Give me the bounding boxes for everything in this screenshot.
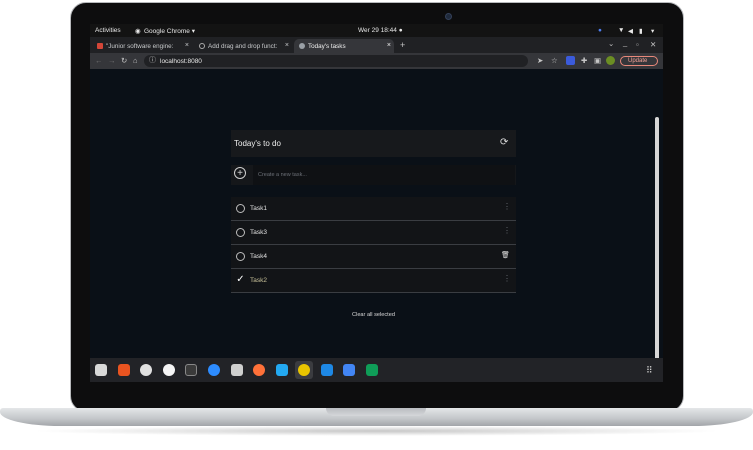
close-tab-icon[interactable]: ×	[387, 42, 391, 49]
reload-icon[interactable]: ↻	[121, 57, 127, 65]
task-checkbox[interactable]	[236, 252, 245, 261]
chrome-icon: ◉	[135, 28, 141, 35]
more-menu-icon[interactable]: ⋮	[503, 226, 511, 235]
gmail-icon	[97, 43, 103, 49]
new-task-row: +	[231, 165, 516, 185]
scrollbar[interactable]	[655, 117, 659, 382]
tab-search-icon[interactable]: ⌄	[608, 40, 614, 48]
chrome-icon[interactable]	[298, 364, 310, 376]
page-content: Today's to do ⟳ + Task1 ⋮ Task3 ⋮	[90, 69, 663, 382]
task-checkbox[interactable]	[236, 228, 245, 237]
laptop-notch	[326, 408, 426, 416]
task-label: Task3	[250, 229, 267, 236]
system-menu-icon[interactable]: ▾	[651, 27, 654, 35]
github-icon	[199, 43, 205, 49]
url-text: localhost:8080	[160, 58, 202, 65]
extensions-puzzle-icon[interactable]: ✚	[581, 57, 587, 65]
clock[interactable]: Wer 29 18:44 ●	[358, 27, 403, 34]
info-icon[interactable]: ⓘ	[149, 57, 156, 64]
minimize-button[interactable]: _	[623, 39, 627, 47]
toolbar: ← → ↻ ⌂ ⓘ localhost:8080 ➤ ☆ ✚ ▣ Update	[90, 53, 663, 69]
refresh-icon[interactable]: ⟳	[500, 137, 508, 148]
more-menu-icon[interactable]: ⋮	[503, 202, 511, 211]
side-panel-icon[interactable]: ▣	[594, 57, 601, 65]
task-row[interactable]: Task1 ⋮	[231, 197, 516, 221]
bookmark-star-icon[interactable]: ☆	[551, 57, 558, 65]
zoom-icon[interactable]	[208, 364, 220, 376]
task-label: Task4	[250, 253, 267, 260]
site-icon	[299, 43, 305, 49]
screenshot-icon[interactable]	[231, 364, 243, 376]
task-label: Task2	[250, 277, 267, 284]
terminal-icon[interactable]	[185, 364, 197, 376]
tab-label: Today's tasks	[308, 43, 346, 50]
forward-icon[interactable]: →	[108, 57, 116, 65]
screen: Activities ◉ Google Chrome ▾ Wer 29 18:4…	[90, 24, 663, 382]
task-checkbox-checked[interactable]: ✓	[236, 275, 245, 285]
dock: ⠿	[90, 358, 663, 382]
network-icon: ▼	[618, 27, 625, 34]
delete-icon[interactable]: 🗑	[501, 251, 510, 259]
close-tab-icon[interactable]: ×	[185, 42, 189, 49]
close-tab-icon[interactable]: ×	[285, 42, 289, 49]
page-title: Today's to do	[234, 139, 281, 148]
software-icon[interactable]	[118, 364, 130, 376]
laptop-frame: Activities ◉ Google Chrome ▾ Wer 29 18:4…	[0, 0, 753, 450]
volume-icon: ◀	[628, 28, 633, 35]
firefox-icon[interactable]	[253, 364, 265, 376]
tab-strip: "Junior software engine: × Add drag and …	[90, 37, 663, 53]
address-bar[interactable]: ⓘ localhost:8080	[144, 55, 528, 67]
sheets-icon[interactable]	[366, 364, 378, 376]
app-menu[interactable]: Google Chrome ▾	[144, 27, 195, 35]
task-row[interactable]: Task3 ⋮	[231, 221, 516, 245]
more-menu-icon[interactable]: ⋮	[503, 274, 511, 283]
tab-gmail[interactable]: "Junior software engine: ×	[92, 39, 192, 53]
maximize-button[interactable]: ▫	[636, 41, 639, 49]
clear-all-selected-button[interactable]: Clear all selected	[231, 306, 516, 324]
chromium-icon[interactable]	[163, 364, 175, 376]
activities-button[interactable]: Activities	[95, 27, 121, 34]
back-icon[interactable]: ←	[95, 57, 103, 65]
battery-icon: ▮	[639, 28, 643, 35]
task-row[interactable]: Task4 🗑	[231, 245, 516, 269]
camera-icon	[445, 13, 452, 20]
new-tab-button[interactable]: +	[400, 41, 405, 50]
update-button[interactable]: Update	[620, 56, 658, 66]
avatar[interactable]	[606, 56, 615, 65]
new-task-input[interactable]	[253, 165, 515, 185]
app-grid-icon[interactable]: ⠿	[646, 366, 653, 375]
send-icon[interactable]: ➤	[537, 57, 543, 65]
laptop-shadow	[30, 426, 723, 436]
gnome-top-bar: Activities ◉ Google Chrome ▾ Wer 29 18:4…	[90, 24, 663, 37]
tab-label: Add drag and drop funct:	[208, 43, 278, 50]
task-row[interactable]: ✓ Task2 ⋮	[231, 269, 516, 293]
chrome-indicator-icon[interactable]: ●	[598, 27, 602, 34]
close-window-button[interactable]: ✕	[650, 41, 656, 49]
add-task-button[interactable]: +	[234, 167, 246, 179]
docs-icon[interactable]	[343, 364, 355, 376]
card-header: Today's to do ⟳	[231, 130, 516, 157]
tab-label: "Junior software engine:	[106, 43, 174, 50]
kite-icon[interactable]	[321, 364, 333, 376]
home-icon[interactable]: ⌂	[133, 57, 138, 65]
vscode-icon[interactable]	[276, 364, 288, 376]
task-checkbox[interactable]	[236, 204, 245, 213]
files-icon[interactable]	[95, 364, 107, 376]
tab-github[interactable]: Add drag and drop funct: ×	[194, 39, 292, 53]
task-label: Task1	[250, 205, 267, 212]
tab-todays-tasks[interactable]: Today's tasks ×	[294, 39, 394, 53]
extension-new-icon[interactable]	[566, 56, 575, 65]
disks-icon[interactable]	[140, 364, 152, 376]
